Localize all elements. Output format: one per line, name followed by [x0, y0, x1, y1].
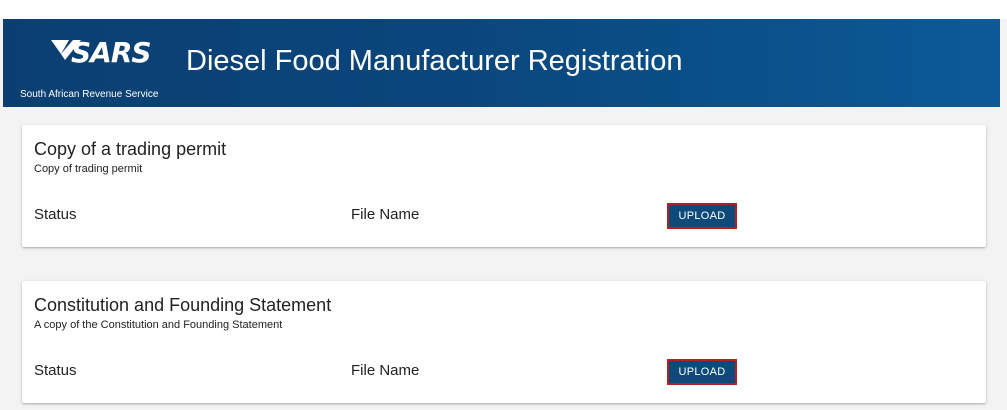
sars-logo: SARS South African Revenue Service: [20, 36, 171, 100]
page: SARS South African Revenue Service Diese…: [0, 0, 1007, 410]
card-subtitle: A copy of the Constitution and Founding …: [34, 319, 283, 331]
file-name-label: File Name: [351, 206, 420, 223]
top-strip: [0, 0, 1007, 19]
status-label: Status: [34, 362, 77, 379]
upload-button[interactable]: UPLOAD: [667, 203, 737, 229]
logo-text: SARS: [71, 36, 152, 69]
document-card-constitution: Constitution and Founding Statement A co…: [22, 281, 986, 403]
page-title: Diesel Food Manufacturer Registration: [186, 45, 683, 77]
card-title: Constitution and Founding Statement: [34, 295, 332, 315]
file-name-label: File Name: [351, 362, 420, 379]
document-card-trading-permit: Copy of a trading permit Copy of trading…: [22, 125, 986, 247]
logo-subtitle: South African Revenue Service: [20, 89, 159, 100]
card-subtitle: Copy of trading permit: [34, 163, 143, 175]
upload-button[interactable]: UPLOAD: [667, 359, 737, 385]
app-header: SARS South African Revenue Service Diese…: [3, 19, 1000, 107]
status-label: Status: [34, 206, 77, 223]
card-title: Copy of a trading permit: [34, 139, 227, 159]
